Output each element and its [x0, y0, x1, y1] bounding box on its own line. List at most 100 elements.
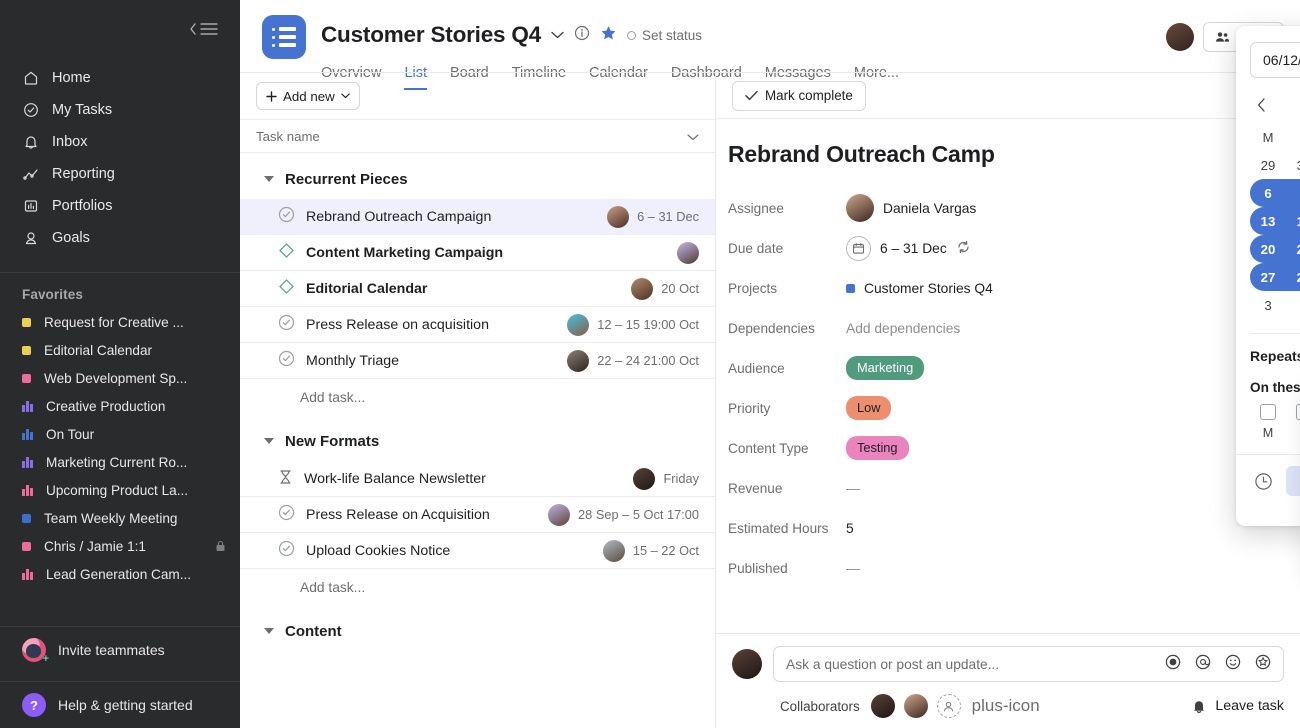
sticker-icon[interactable] — [1255, 654, 1271, 675]
table-row[interactable]: Monthly Triage 22 – 24 21:00 Oct — [240, 343, 715, 379]
sidebar-item-portfolios[interactable]: Portfolios — [0, 190, 240, 222]
table-row[interactable]: Press Release on Acquisition 28 Sep – 5 … — [240, 497, 715, 533]
task-group-header[interactable]: Content — [240, 611, 715, 651]
avatar[interactable] — [567, 313, 590, 336]
calendar-day[interactable]: 30 — [1286, 151, 1300, 179]
sidebar-item-inbox[interactable]: Inbox — [0, 126, 240, 158]
favorite-item[interactable]: Chris / Jamie 1:1 — [0, 532, 240, 560]
favorite-item[interactable]: On Tour — [0, 420, 240, 448]
sidebar-item-goals[interactable]: Goals — [0, 222, 240, 254]
check-circle-icon[interactable] — [278, 504, 295, 525]
table-row[interactable]: Editorial Calendar 20 Oct — [240, 271, 715, 307]
favorite-item[interactable]: Editorial Calendar — [0, 336, 240, 364]
field-value[interactable]: 5 — [846, 521, 854, 536]
check-circle-icon[interactable] — [278, 540, 295, 561]
star-filled-icon[interactable] — [600, 25, 617, 46]
field-value[interactable]: Customer Stories Q4 — [846, 281, 993, 296]
comment-input[interactable]: Ask a question or post an update... — [773, 646, 1284, 682]
collapse-sidebar-icon[interactable] — [189, 22, 218, 36]
leave-task-button[interactable]: Leave task — [1191, 698, 1284, 715]
table-row[interactable]: Content Marketing Campaign — [240, 235, 715, 271]
calendar-day[interactable]: 27 — [1250, 263, 1286, 291]
check-circle-icon[interactable] — [278, 314, 295, 335]
repeat-icon[interactable] — [956, 240, 971, 257]
field-value[interactable]: Daniela Vargas — [846, 194, 976, 222]
table-row[interactable]: Upload Cookies Notice 15 – 22 Oct — [240, 533, 715, 569]
status-badge[interactable]: Testing — [846, 436, 909, 460]
task-list-scroll[interactable]: Recurrent Pieces Rebrand Outreach Campai… — [240, 153, 715, 728]
calendar-day[interactable]: 7 — [1286, 179, 1300, 207]
add-new-button[interactable]: Add new — [256, 82, 360, 110]
table-row[interactable]: Press Release on acquisition 12 – 15 19:… — [240, 307, 715, 343]
save-button[interactable]: Save — [1286, 466, 1300, 496]
add-dependencies-button[interactable]: Add dependencies — [846, 321, 960, 336]
avatar[interactable] — [607, 205, 630, 228]
favorite-item[interactable]: Upcoming Product La... — [0, 476, 240, 504]
record-icon[interactable] — [1165, 654, 1181, 675]
mark-complete-button[interactable]: Mark complete — [732, 80, 866, 111]
chevron-down-icon[interactable] — [687, 129, 699, 144]
avatar[interactable] — [677, 241, 699, 264]
calendar-day[interactable]: 6 — [1250, 179, 1286, 207]
favorite-item[interactable]: Lead Generation Cam... — [0, 560, 240, 588]
diamond-icon[interactable] — [278, 242, 295, 263]
sidebar-item-my-tasks[interactable]: My Tasks — [0, 94, 240, 126]
calendar-day[interactable]: 21 — [1286, 235, 1300, 263]
checkbox[interactable] — [1260, 404, 1276, 420]
favorite-item[interactable]: Marketing Current Ro... — [0, 448, 240, 476]
avatar[interactable] — [732, 649, 762, 679]
avatar[interactable] — [602, 539, 625, 562]
task-group-header[interactable]: New Formats — [240, 421, 715, 461]
add-collaborator-button[interactable]: plus-icon — [972, 696, 1040, 716]
check-circle-icon[interactable] — [278, 350, 295, 371]
task-group-header[interactable]: Recurrent Pieces — [240, 159, 715, 199]
day-checkbox-t1[interactable]: T — [1286, 404, 1300, 440]
calendar-day[interactable]: 28 — [1286, 263, 1300, 291]
field-value[interactable]: — — [846, 561, 860, 576]
chevron-down-icon[interactable] — [551, 26, 564, 44]
avatar[interactable] — [903, 694, 928, 718]
info-circle-icon[interactable] — [574, 25, 590, 46]
day-checkbox-m[interactable]: M — [1250, 404, 1286, 440]
start-date-input[interactable]: 06/12/21 ✕ — [1250, 42, 1300, 78]
avatar[interactable] — [567, 349, 590, 372]
add-task-button[interactable]: Add task... — [240, 569, 715, 605]
avatar[interactable] — [548, 503, 571, 526]
set-status-button[interactable]: Set status — [627, 28, 702, 43]
favorite-item[interactable]: Creative Production — [0, 392, 240, 420]
calendar-day[interactable]: 3 — [1250, 291, 1286, 319]
status-badge[interactable]: Low — [846, 396, 892, 420]
favorite-item[interactable]: Request for Creative ... — [0, 308, 240, 336]
sidebar-item-reporting[interactable]: Reporting — [0, 158, 240, 190]
clock-icon[interactable] — [1250, 468, 1276, 494]
calendar-day[interactable]: 14 — [1286, 207, 1300, 235]
check-circle-icon[interactable] — [278, 206, 295, 227]
help-button[interactable]: ? Help & getting started — [0, 682, 240, 728]
add-task-button[interactable]: Add task... — [240, 379, 715, 415]
diamond-icon[interactable] — [278, 278, 295, 299]
favorite-item[interactable]: Web Development Sp... — [0, 364, 240, 392]
invite-teammates-button[interactable]: Invite teammates — [0, 627, 240, 673]
calendar-day[interactable]: 29 — [1250, 151, 1286, 179]
field-value[interactable]: 6 – 31 Dec — [846, 235, 971, 261]
add-person-icon[interactable] — [936, 694, 961, 718]
table-row[interactable]: Rebrand Outreach Campaign 6 – 31 Dec — [240, 199, 715, 235]
avatar[interactable] — [846, 194, 874, 222]
status-badge[interactable]: Marketing — [846, 356, 925, 380]
calendar-day[interactable]: 20 — [1250, 235, 1286, 263]
avatar[interactable] — [633, 467, 656, 490]
checkbox[interactable] — [1296, 404, 1300, 420]
favorite-item[interactable]: Team Weekly Meeting — [0, 504, 240, 532]
table-row[interactable]: Work-life Balance Newsletter Friday — [240, 461, 715, 497]
emoji-icon[interactable] — [1225, 654, 1241, 675]
avatar[interactable] — [1165, 23, 1194, 51]
calendar-day[interactable]: 13 — [1250, 207, 1286, 235]
sidebar-item-home[interactable]: Home — [0, 62, 240, 94]
hourglass-icon[interactable] — [278, 469, 293, 489]
avatar[interactable] — [631, 277, 654, 300]
field-value[interactable]: — — [846, 481, 860, 496]
calendar-day[interactable]: 4 — [1286, 291, 1300, 319]
mention-icon[interactable] — [1195, 654, 1211, 675]
avatar[interactable] — [870, 694, 895, 718]
chevron-left-icon[interactable] — [1254, 97, 1269, 115]
